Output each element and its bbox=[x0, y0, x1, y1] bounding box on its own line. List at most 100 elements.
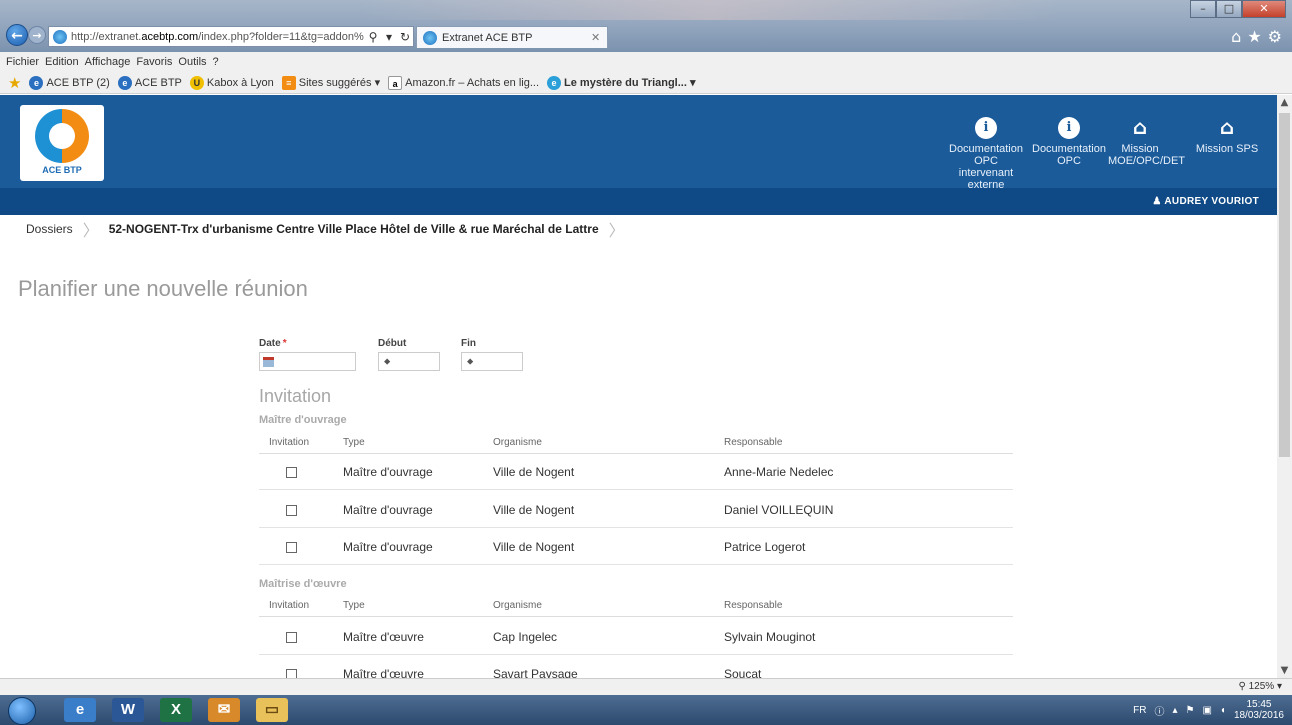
forward-button[interactable]: → bbox=[28, 26, 46, 44]
favorites-star-icon[interactable]: ★ bbox=[1247, 27, 1261, 46]
browser-statusbar: ⚲ 125% ▾ bbox=[0, 678, 1292, 695]
col-invitation: Invitation bbox=[269, 600, 310, 611]
address-url[interactable]: http://extranet.acebtp.com/index.php?fol… bbox=[71, 31, 365, 43]
row-responsable: Daniel VOILLEQUIN bbox=[724, 503, 834, 517]
clock[interactable]: 15:45 18/03/2016 bbox=[1234, 699, 1284, 721]
page-scrollbar[interactable]: ▲ ▼ bbox=[1277, 95, 1292, 678]
ace-favicon-icon: e bbox=[29, 75, 44, 90]
search-icon[interactable]: ⚲ bbox=[365, 30, 381, 44]
invitation-checkbox[interactable] bbox=[286, 632, 297, 643]
menu-edition[interactable]: Edition bbox=[45, 56, 79, 68]
system-tray: FR ⓘ ▴ ⚑ ▣ ◖ 15:45 18/03/2016 bbox=[1133, 699, 1284, 721]
row-organisme: Ville de Nogent bbox=[493, 465, 575, 479]
breadcrumb-dossiers[interactable]: Dossiers bbox=[26, 222, 73, 236]
suggested-sites-icon: ≡ bbox=[281, 75, 296, 90]
favorite-kabox[interactable]: U Kabox à Lyon bbox=[189, 75, 274, 90]
row-type: Maître d'œuvre bbox=[343, 667, 424, 678]
link-documentation-opc-externe[interactable]: i Documentation OPC intervenant externe bbox=[948, 117, 1024, 191]
row-responsable: Patrice Logerot bbox=[724, 540, 806, 554]
start-button-icon[interactable] bbox=[8, 697, 36, 725]
home-icon[interactable]: ⌂ bbox=[1231, 27, 1241, 46]
favorite-amazon[interactable]: a Amazon.fr – Achats en lig... bbox=[388, 75, 539, 90]
favorite-ace-btp[interactable]: e ACE BTP bbox=[117, 75, 182, 90]
menu-affichage[interactable]: Affichage bbox=[85, 56, 131, 68]
invitation-checkbox[interactable] bbox=[286, 542, 297, 553]
invitation-checkbox[interactable] bbox=[286, 467, 297, 478]
scroll-thumb[interactable] bbox=[1279, 113, 1290, 457]
clock-time: 15:45 bbox=[1246, 699, 1272, 710]
internet-explorer-icon[interactable]: e bbox=[64, 698, 96, 722]
ace-btp-logo[interactable]: ACE BTP bbox=[20, 105, 104, 181]
flag-icon[interactable]: ⚑ bbox=[1185, 705, 1194, 716]
ie-favicon-icon: e bbox=[547, 75, 562, 90]
header-strip: ♟ AUDREY VOURIOT bbox=[0, 188, 1277, 215]
debut-time-select[interactable]: ⬥ bbox=[378, 352, 440, 371]
row-responsable: Anne-Marie Nedelec bbox=[724, 465, 834, 479]
col-responsable: Responsable bbox=[724, 437, 783, 448]
table-row: Maître d'ouvrage Ville de Nogent Patrice… bbox=[259, 529, 1013, 565]
windows-taskbar: e W X ✉ ▭ FR ⓘ ▴ ⚑ ▣ ◖ 15:45 18/03/2016 bbox=[0, 695, 1292, 725]
user-icon: ♟ bbox=[1152, 196, 1165, 207]
col-organisme: Organisme bbox=[493, 600, 542, 611]
settings-gear-icon[interactable]: ⚙ bbox=[1268, 27, 1282, 46]
menu-outils[interactable]: Outils bbox=[178, 56, 206, 68]
network-icon[interactable]: ▣ bbox=[1202, 705, 1211, 716]
show-hidden-icons[interactable]: ▴ bbox=[1172, 705, 1177, 716]
user-menu[interactable]: ♟ AUDREY VOURIOT bbox=[1152, 196, 1259, 207]
row-type: Maître d'œuvre bbox=[343, 630, 424, 644]
favorite-sites-suggeres[interactable]: ≡ Sites suggérés ▾ bbox=[281, 75, 380, 90]
row-organisme: Ville de Nogent bbox=[493, 503, 575, 517]
logo-text: ACE BTP bbox=[42, 165, 82, 175]
fin-label: Fin bbox=[461, 338, 476, 349]
menu-fichier[interactable]: Fichier bbox=[6, 56, 39, 68]
minimize-button[interactable]: – bbox=[1190, 0, 1216, 18]
col-responsable: Responsable bbox=[724, 600, 783, 611]
date-field[interactable] bbox=[259, 352, 356, 371]
breadcrumb: Dossiers 〉 52-NOGENT-Trx d'urbanisme Cen… bbox=[0, 215, 1277, 243]
volume-icon[interactable]: ◖ bbox=[1220, 705, 1226, 716]
zoom-level[interactable]: ⚲ 125% ▾ bbox=[1239, 681, 1283, 692]
favorite-le-mystere[interactable]: e Le mystère du Triangl... ▾ bbox=[547, 75, 695, 90]
invitation-checkbox[interactable] bbox=[286, 669, 297, 678]
maximize-button[interactable]: □ bbox=[1216, 0, 1242, 18]
row-organisme: Ville de Nogent bbox=[493, 540, 575, 554]
group-title-maitre-ouvrage: Maître d'ouvrage bbox=[259, 414, 347, 426]
table-row: Maître d'ouvrage Ville de Nogent Daniel … bbox=[259, 492, 1013, 528]
close-button[interactable]: ✕ bbox=[1242, 0, 1286, 18]
link-mission-moe[interactable]: ⌂ Mission MOE/OPC/DET bbox=[1108, 117, 1185, 167]
browser-tab-active[interactable]: Extranet ACE BTP ✕ bbox=[416, 26, 608, 48]
browser-toolbar-right: ⌂ ★ ⚙ bbox=[1231, 27, 1282, 46]
dropdown-arrow-icon[interactable]: ▾ bbox=[381, 30, 397, 44]
row-organisme: Savart Paysage bbox=[493, 667, 578, 678]
scroll-down-icon[interactable]: ▼ bbox=[1277, 665, 1292, 676]
ace-favicon-icon: e bbox=[117, 75, 132, 90]
fin-time-select[interactable]: ⬥ bbox=[461, 352, 523, 371]
language-indicator[interactable]: FR bbox=[1133, 705, 1146, 716]
invitation-checkbox[interactable] bbox=[286, 505, 297, 516]
notification-icon[interactable]: ⓘ bbox=[1154, 703, 1164, 718]
logo-mark-icon bbox=[35, 109, 89, 163]
breadcrumb-current[interactable]: 52-NOGENT-Trx d'urbanisme Centre Ville P… bbox=[109, 222, 599, 236]
add-favorite-star-icon[interactable]: ★ bbox=[8, 74, 21, 92]
browser-titlebar: ← → http://extranet.acebtp.com/index.php… bbox=[0, 0, 1292, 52]
calendar-icon[interactable] bbox=[263, 356, 274, 367]
scroll-up-icon[interactable]: ▲ bbox=[1277, 97, 1292, 108]
address-bar[interactable]: http://extranet.acebtp.com/index.php?fol… bbox=[48, 26, 414, 47]
kabox-favicon-icon: U bbox=[189, 75, 204, 90]
excel-icon[interactable]: X bbox=[160, 698, 192, 722]
menu-help[interactable]: ? bbox=[213, 56, 219, 68]
window-controls: – □ ✕ bbox=[1190, 0, 1286, 18]
file-explorer-icon[interactable]: ▭ bbox=[256, 698, 288, 722]
word-icon[interactable]: W bbox=[112, 698, 144, 722]
refresh-icon[interactable]: ↻ bbox=[397, 30, 413, 44]
back-button[interactable]: ← bbox=[6, 24, 28, 46]
clock-date: 18/03/2016 bbox=[1233, 710, 1284, 721]
tab-close-icon[interactable]: ✕ bbox=[591, 31, 607, 44]
link-documentation-opc[interactable]: i Documentation OPC bbox=[1030, 117, 1108, 167]
menu-favoris[interactable]: Favoris bbox=[136, 56, 172, 68]
table-header: Invitation Type Organisme Responsable bbox=[259, 434, 1013, 454]
link-mission-sps[interactable]: ⌂ Mission SPS bbox=[1192, 117, 1262, 155]
col-organisme: Organisme bbox=[493, 437, 542, 448]
outlook-icon[interactable]: ✉ bbox=[208, 698, 240, 722]
favorite-ace-btp-2[interactable]: e ACE BTP (2) bbox=[29, 75, 110, 90]
